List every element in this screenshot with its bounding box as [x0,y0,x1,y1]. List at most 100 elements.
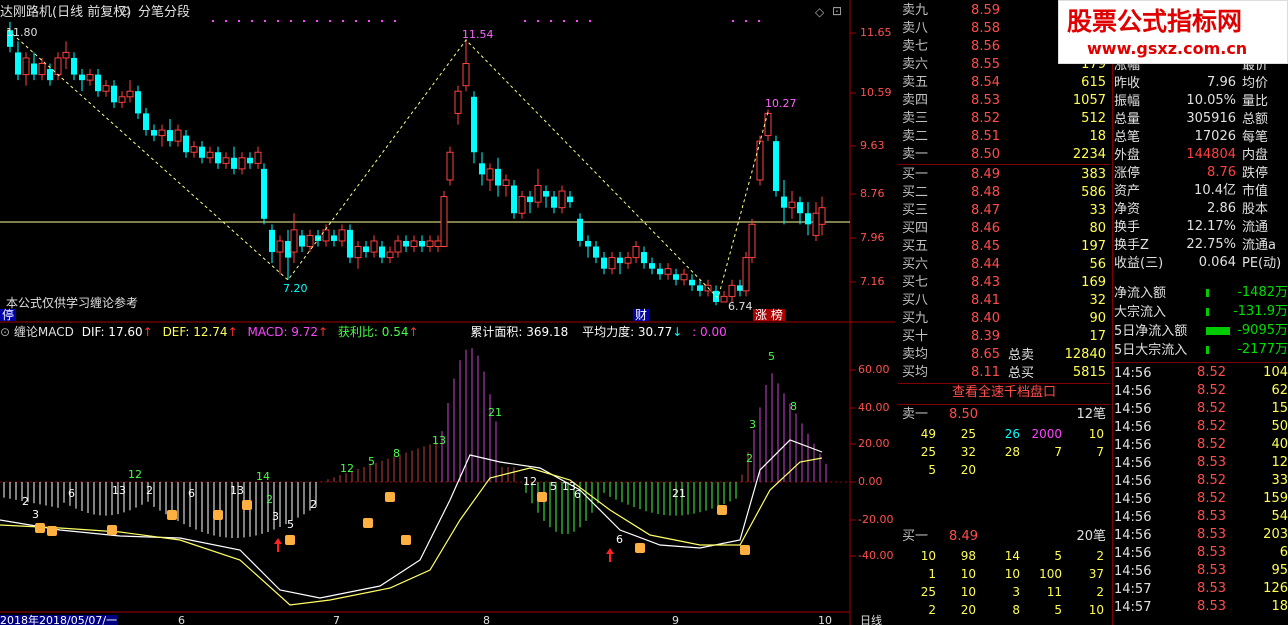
candle-body [394,240,402,253]
buy-level-price: 8.43 [971,275,1000,290]
queue-order-size: 20 [960,603,976,617]
area-label: 累计面积: 369.18 [470,325,569,339]
wave-count-label: 13 [230,484,244,497]
signal-dot [550,20,552,22]
candle-body [126,90,134,98]
sell-level-price: 8.58 [971,21,1000,36]
buy-level-row[interactable]: 买四 8.46 80 [898,220,1110,238]
flow-bar [1206,346,1209,354]
quote-label: 换手 [1114,220,1141,235]
queue-buy-header: 买一 8.49 20笔 [902,529,1106,544]
buy-level-row[interactable]: 买五 8.45 197 [898,238,1110,256]
flow-bar [1206,289,1209,297]
queue-order-size: 14 [1004,549,1020,563]
candle-body [38,63,46,76]
tick-row[interactable]: 14:56 8.52 40 [1114,436,1288,454]
candle-body [31,63,37,75]
tick-row[interactable]: 14:56 8.52 62 [1114,382,1288,400]
price-axis-tick: 7.16 [860,275,885,288]
tick-time: 14:56 [1114,366,1152,381]
wave-count-label: 3 [32,508,39,521]
macd-label: MACD: 9.72 [247,325,319,339]
buy-level-row[interactable]: 买七 8.43 169 [898,274,1110,292]
tick-time: 14:56 [1114,546,1152,561]
sell-level-label: 卖七 [902,39,929,54]
tick-row[interactable]: 14:56 8.53 6 [1114,544,1288,562]
chart-area[interactable]: 2 3 6 13 12 2 6 13 14 2 3 5 2 12 5 8 13 21 12 5 6 21 6 13 3 2 5 8 达… [0,0,895,625]
buy-level-row[interactable]: 买十 8.39 17 [898,328,1110,346]
settings-icon[interactable]: ⊙ [120,5,131,18]
buy-level-row[interactable]: 买九 8.40 90 [898,310,1110,328]
wave-count-label: 6 [68,487,75,500]
candle-body [306,234,314,248]
buy-level-row[interactable]: 买八 8.41 32 [898,292,1110,310]
money-bag-icon [47,526,57,536]
candle-body [71,57,77,75]
candle-body [247,157,253,164]
quote-label-right: 跌停 [1242,166,1269,181]
tick-row[interactable]: 14:56 8.52 50 [1114,418,1288,436]
diamond-icon[interactable]: ◇ [815,6,824,18]
tick-row[interactable]: 14:56 8.53 203 [1114,526,1288,544]
candle-body [315,235,321,241]
quote-row: 昨收 7.96 均价 [1114,74,1288,92]
tick-time: 14:56 [1114,528,1152,543]
full-depth-button[interactable]: 查看全速千档盘口 [898,386,1110,399]
buy-level-row[interactable]: 买一 8.49 383 [898,166,1110,184]
buy-level-row[interactable]: 买三 8.47 33 [898,202,1110,220]
money-bag-icon [717,505,727,515]
price-axis-tick: 9.63 [860,139,885,152]
tick-row[interactable]: 14:56 8.53 12 [1114,454,1288,472]
quote-row: 资产 10.4亿 市值 [1114,182,1288,200]
candle-body [62,51,70,59]
price-mark-low1: 7.20 [283,282,308,295]
tick-row[interactable]: 14:56 8.52 15 [1114,400,1288,418]
candle-body [215,152,221,164]
wave-count-label: 3 [749,418,756,431]
tick-row[interactable]: 14:56 8.53 54 [1114,508,1288,526]
event-zhangbang[interactable]: 涨 榜 [753,309,785,321]
quote-value: 22.75% [1186,237,1236,252]
tick-row[interactable]: 14:57 8.53 18 [1114,598,1288,616]
quote-label: 换手Z [1114,238,1149,253]
sell-level-row[interactable]: 卖三 8.52 512 [898,110,1110,128]
sell-level-row[interactable]: 卖二 8.51 18 [898,128,1110,146]
buy-level-row[interactable]: 买六 8.44 56 [898,256,1110,274]
flow-bar [1206,308,1209,316]
candle-body [254,151,262,164]
tick-row[interactable]: 14:56 8.52 159 [1114,490,1288,508]
sell-level-row[interactable]: 卖四 8.53 1057 [898,92,1110,110]
tick-row[interactable]: 14:56 8.52 33 [1114,472,1288,490]
tick-row[interactable]: 14:56 8.52 104 [1114,364,1288,382]
sell-level-row[interactable]: 卖五 8.54 615 [898,74,1110,92]
buy-level-price: 8.48 [971,185,1000,200]
sell-level-row[interactable]: 卖一 8.50 2234 [898,146,1110,164]
buy-level-price: 8.41 [971,293,1000,308]
buy-level-volume: 80 [1089,221,1106,236]
candle-body [737,285,743,291]
candle-body [276,240,284,253]
sell-level-label: 卖一 [902,147,929,162]
sell-level-price: 8.56 [971,39,1000,54]
candle-body [15,52,21,75]
tick-row[interactable]: 14:56 8.53 95 [1114,562,1288,580]
event-cai[interactable]: 财 [633,309,650,321]
tick-row[interactable]: 14:57 8.53 126 [1114,580,1288,598]
tick-time: 14:56 [1114,402,1152,417]
tick-price: 8.53 [1197,599,1226,614]
dif-label: DIF: 17.60 [81,325,143,339]
buy-level-row[interactable]: 买二 8.48 586 [898,184,1110,202]
flow-label: 大宗流入 [1114,305,1167,320]
expand-icon[interactable]: ⊡ [832,5,842,17]
queue-order-size: 25 [960,427,976,441]
quote-row: 外盘 144804 内盘 [1114,146,1288,164]
queue-order-size: 8 [1012,603,1020,617]
wave-count-label: 8 [790,400,797,413]
quote-value: 10.4亿 [1194,183,1236,198]
candle-body [419,240,425,247]
queue-order-size: 26 [1004,427,1020,441]
period-selector[interactable]: 分笔分段 [138,6,190,19]
formula-note: 本公式仅供学习缠论参考 [6,296,139,310]
queue-order-size: 28 [1004,445,1020,459]
buy-level-price: 8.40 [971,311,1000,326]
